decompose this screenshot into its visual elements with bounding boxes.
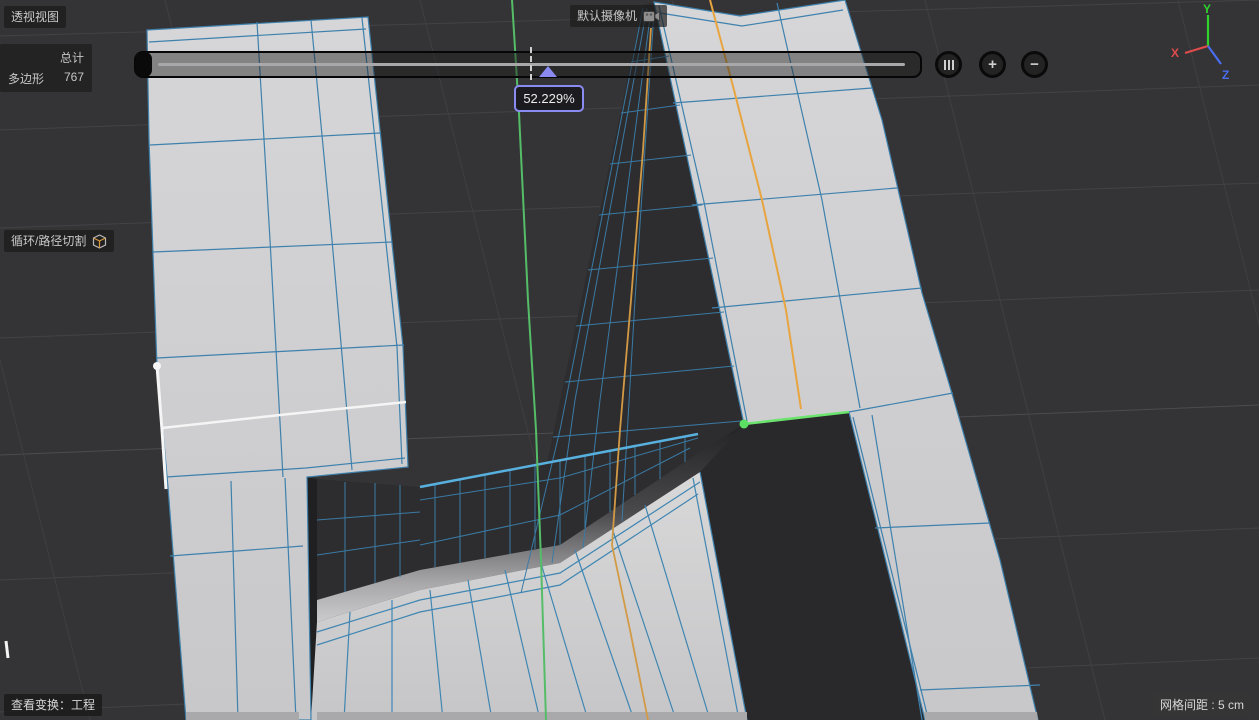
viewport-3d[interactable]: 透视视图 总计 多边形 767 默认摄像机 52.229% + − Y X Z … [0, 0, 1259, 720]
active-tool-text: 循环/路径切割 [11, 234, 87, 248]
slider-value-text: 52.229% [523, 91, 575, 106]
timeline-slider[interactable] [134, 47, 922, 80]
axis-x-label: X [1171, 46, 1179, 60]
stats-polygons-value: 767 [63, 70, 84, 84]
slider-position-dash [530, 47, 532, 80]
axis-z-label: Z [1222, 68, 1229, 82]
stats-panel: 总计 多边形 767 [0, 44, 92, 92]
view-transform-label: 查看变换：工程 [4, 694, 103, 716]
camera-label-text: 默认摄像机 [577, 9, 638, 23]
mesh-bottom-strip-left [186, 712, 299, 720]
view-transform-text: 查看变换：工程 [11, 698, 96, 712]
bars-icon [943, 59, 946, 70]
camera-label[interactable]: 默认摄像机 [570, 5, 668, 27]
grid-spacing-text: 网格间距 : 5 cm [1159, 698, 1244, 712]
viewport-name-text: 透视视图 [11, 10, 60, 24]
viewport-name-label[interactable]: 透视视图 [4, 6, 67, 28]
plus-icon: + [988, 56, 997, 73]
active-tool-label: 循环/路径切割 [4, 230, 115, 252]
slider-value-tooltip: 52.229% [514, 85, 584, 112]
mesh-bottom-strip-right [924, 712, 1038, 720]
selected-vertex-white [153, 362, 161, 370]
stats-polygons-label: 多边形 [8, 72, 45, 86]
selected-vertex-green [739, 419, 749, 429]
loop-cut-tool-icon [93, 233, 107, 249]
viewport-3d-scene[interactable] [0, 0, 1259, 720]
camera-icon [643, 10, 660, 22]
zoom-out-button[interactable]: − [1021, 51, 1048, 78]
stats-total-label: 总计 [59, 51, 84, 65]
grid-spacing-label: 网格间距 : 5 cm [1152, 694, 1251, 716]
axis-y-label: Y [1203, 2, 1211, 16]
options-bars-button[interactable] [935, 51, 962, 78]
zoom-in-button[interactable]: + [979, 51, 1006, 78]
slider-start-cap[interactable] [135, 52, 152, 77]
slider-handle-triangle[interactable] [539, 66, 557, 77]
axis-gizmo[interactable]: Y X Z [1162, 2, 1258, 88]
mesh-bottom-strip-center [317, 712, 747, 720]
minus-icon: − [1030, 56, 1039, 73]
